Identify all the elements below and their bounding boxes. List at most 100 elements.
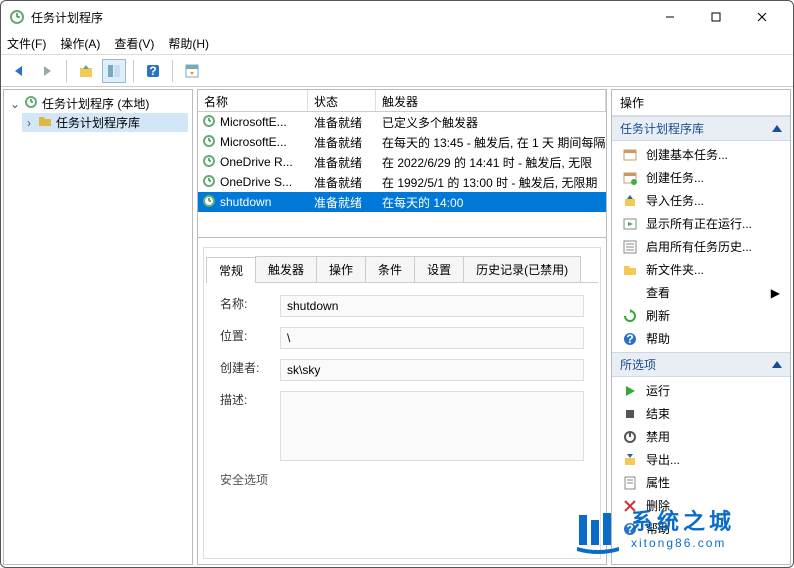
action-enable-history[interactable]: 启用所有任务历史... <box>616 235 786 258</box>
action-run[interactable]: 运行 <box>616 379 786 402</box>
col-name[interactable]: 名称 <box>198 90 308 111</box>
actions-section-library[interactable]: 任务计划程序库 <box>612 116 790 141</box>
action-label: 新文件夹... <box>646 261 780 278</box>
detail-pane: 常规 触发器 操作 条件 设置 历史记录(已禁用) 名称:shutdown 位置… <box>204 248 600 558</box>
tab-conditions[interactable]: 条件 <box>365 256 415 282</box>
show-running-icon <box>622 216 638 232</box>
tab-operations[interactable]: 操作 <box>316 256 366 282</box>
action-create-task[interactable]: 创建任务... <box>616 166 786 189</box>
col-status[interactable]: 状态 <box>308 90 376 111</box>
action-label: 导入任务... <box>646 192 780 209</box>
task-name: OneDrive R... <box>220 155 293 169</box>
task-icon <box>202 174 216 191</box>
action-label: 结束 <box>646 405 780 422</box>
close-button[interactable] <box>739 3 785 31</box>
minimize-button[interactable] <box>647 3 693 31</box>
help-button[interactable]: ? <box>141 59 165 83</box>
collapse-icon <box>772 361 782 368</box>
action-help2[interactable]: ?帮助 <box>616 517 786 540</box>
tab-settings[interactable]: 设置 <box>414 256 464 282</box>
enable-history-icon <box>622 239 638 255</box>
svg-text:?: ? <box>626 522 633 536</box>
action-refresh[interactable]: 刷新 <box>616 304 786 327</box>
actions-pane: 操作 任务计划程序库 创建基本任务...创建任务...导入任务...显示所有正在… <box>611 89 791 565</box>
col-trigger[interactable]: 触发器 <box>376 90 606 111</box>
view-icon <box>622 285 638 301</box>
action-export[interactable]: 导出... <box>616 448 786 471</box>
expand-icon[interactable]: › <box>24 116 34 130</box>
tab-history[interactable]: 历史记录(已禁用) <box>463 256 581 282</box>
task-trigger: 在 2022/6/29 的 14:41 时 - 触发后, 无限 <box>376 154 606 171</box>
menu-view[interactable]: 查看(V) <box>114 35 154 52</box>
task-status: 准备就绪 <box>308 174 376 191</box>
properties-icon <box>622 475 638 491</box>
new-folder-icon <box>622 262 638 278</box>
actions-section-selected[interactable]: 所选项 <box>612 352 790 377</box>
action-label: 删除 <box>646 497 780 514</box>
value-name[interactable]: shutdown <box>280 295 584 317</box>
menu-help[interactable]: 帮助(H) <box>168 35 209 52</box>
task-grid[interactable]: 名称 状态 触发器 MicrosoftE...准备就绪已定义多个触发器Micro… <box>198 90 606 238</box>
action-new-folder[interactable]: 新文件夹... <box>616 258 786 281</box>
action-show-running[interactable]: 显示所有正在运行... <box>616 212 786 235</box>
pane-toggle-button[interactable] <box>102 59 126 83</box>
action-view[interactable]: 查看▶ <box>616 281 786 304</box>
task-row[interactable]: MicrosoftE...准备就绪已定义多个触发器 <box>198 112 606 132</box>
action-import[interactable]: 导入任务... <box>616 189 786 212</box>
forward-button[interactable] <box>35 59 59 83</box>
titlebar: 任务计划程序 <box>1 1 793 33</box>
action-disable[interactable]: 禁用 <box>616 425 786 448</box>
action-help[interactable]: ? 帮助 <box>616 327 786 350</box>
menu-action[interactable]: 操作(A) <box>60 35 100 52</box>
svg-text:?: ? <box>626 332 633 346</box>
action-label: 帮助 <box>646 330 780 347</box>
tree-library[interactable]: › 任务计划程序库 <box>22 113 188 132</box>
action-delete[interactable]: 删除 <box>616 494 786 517</box>
task-row[interactable]: OneDrive R...准备就绪在 2022/6/29 的 14:41 时 -… <box>198 152 606 172</box>
tab-triggers[interactable]: 触发器 <box>255 256 317 282</box>
tab-body-general: 名称:shutdown 位置:\ 创建者:sk\sky 描述: 安全选项 <box>206 283 598 556</box>
menubar: 文件(F) 操作(A) 查看(V) 帮助(H) <box>1 33 793 55</box>
task-status: 准备就绪 <box>308 194 376 211</box>
collapse-icon[interactable]: ⌄ <box>10 97 20 111</box>
value-location: \ <box>280 327 584 349</box>
action-end[interactable]: 结束 <box>616 402 786 425</box>
tree-root-label: 任务计划程序 (本地) <box>42 95 149 112</box>
task-name: MicrosoftE... <box>220 135 287 149</box>
maximize-button[interactable] <box>693 3 739 31</box>
collapse-icon <box>772 125 782 132</box>
tab-general[interactable]: 常规 <box>206 257 256 283</box>
up-button[interactable] <box>74 59 98 83</box>
label-desc: 描述: <box>220 391 280 408</box>
action-label: 运行 <box>646 382 780 399</box>
task-trigger: 在每天的 13:45 - 触发后, 在 1 天 期间每隔 <box>376 134 606 151</box>
task-name: MicrosoftE... <box>220 115 287 129</box>
details-pane-button[interactable] <box>180 59 204 83</box>
back-button[interactable] <box>7 59 31 83</box>
tree-pane[interactable]: ⌄ 任务计划程序 (本地) › 任务计划程序库 <box>3 89 193 565</box>
toolbar-separator <box>133 60 134 82</box>
create-task-icon <box>622 170 638 186</box>
tree-root[interactable]: ⌄ 任务计划程序 (本地) <box>8 94 188 113</box>
run-icon <box>622 383 638 399</box>
task-icon <box>202 114 216 131</box>
task-row[interactable]: shutdown准备就绪在每天的 14:00 <box>198 192 606 212</box>
action-properties[interactable]: 属性 <box>616 471 786 494</box>
action-create-basic[interactable]: 创建基本任务... <box>616 143 786 166</box>
menu-file[interactable]: 文件(F) <box>7 35 46 52</box>
task-row[interactable]: OneDrive S...准备就绪在 1992/5/1 的 13:00 时 - … <box>198 172 606 192</box>
action-label: 创建基本任务... <box>646 146 780 163</box>
disable-icon <box>622 429 638 445</box>
action-label: 刷新 <box>646 307 780 324</box>
toolbar: ? <box>1 55 793 87</box>
action-label: 创建任务... <box>646 169 780 186</box>
delete-icon <box>622 498 638 514</box>
action-label: 导出... <box>646 451 780 468</box>
task-trigger: 在 1992/5/1 的 13:00 时 - 触发后, 无限期 <box>376 174 606 191</box>
task-row[interactable]: MicrosoftE...准备就绪在每天的 13:45 - 触发后, 在 1 天… <box>198 132 606 152</box>
action-label: 禁用 <box>646 428 780 445</box>
detail-tabs: 常规 触发器 操作 条件 设置 历史记录(已禁用) <box>206 256 598 283</box>
export-icon <box>622 452 638 468</box>
task-status: 准备就绪 <box>308 114 376 131</box>
value-desc[interactable] <box>280 391 584 461</box>
